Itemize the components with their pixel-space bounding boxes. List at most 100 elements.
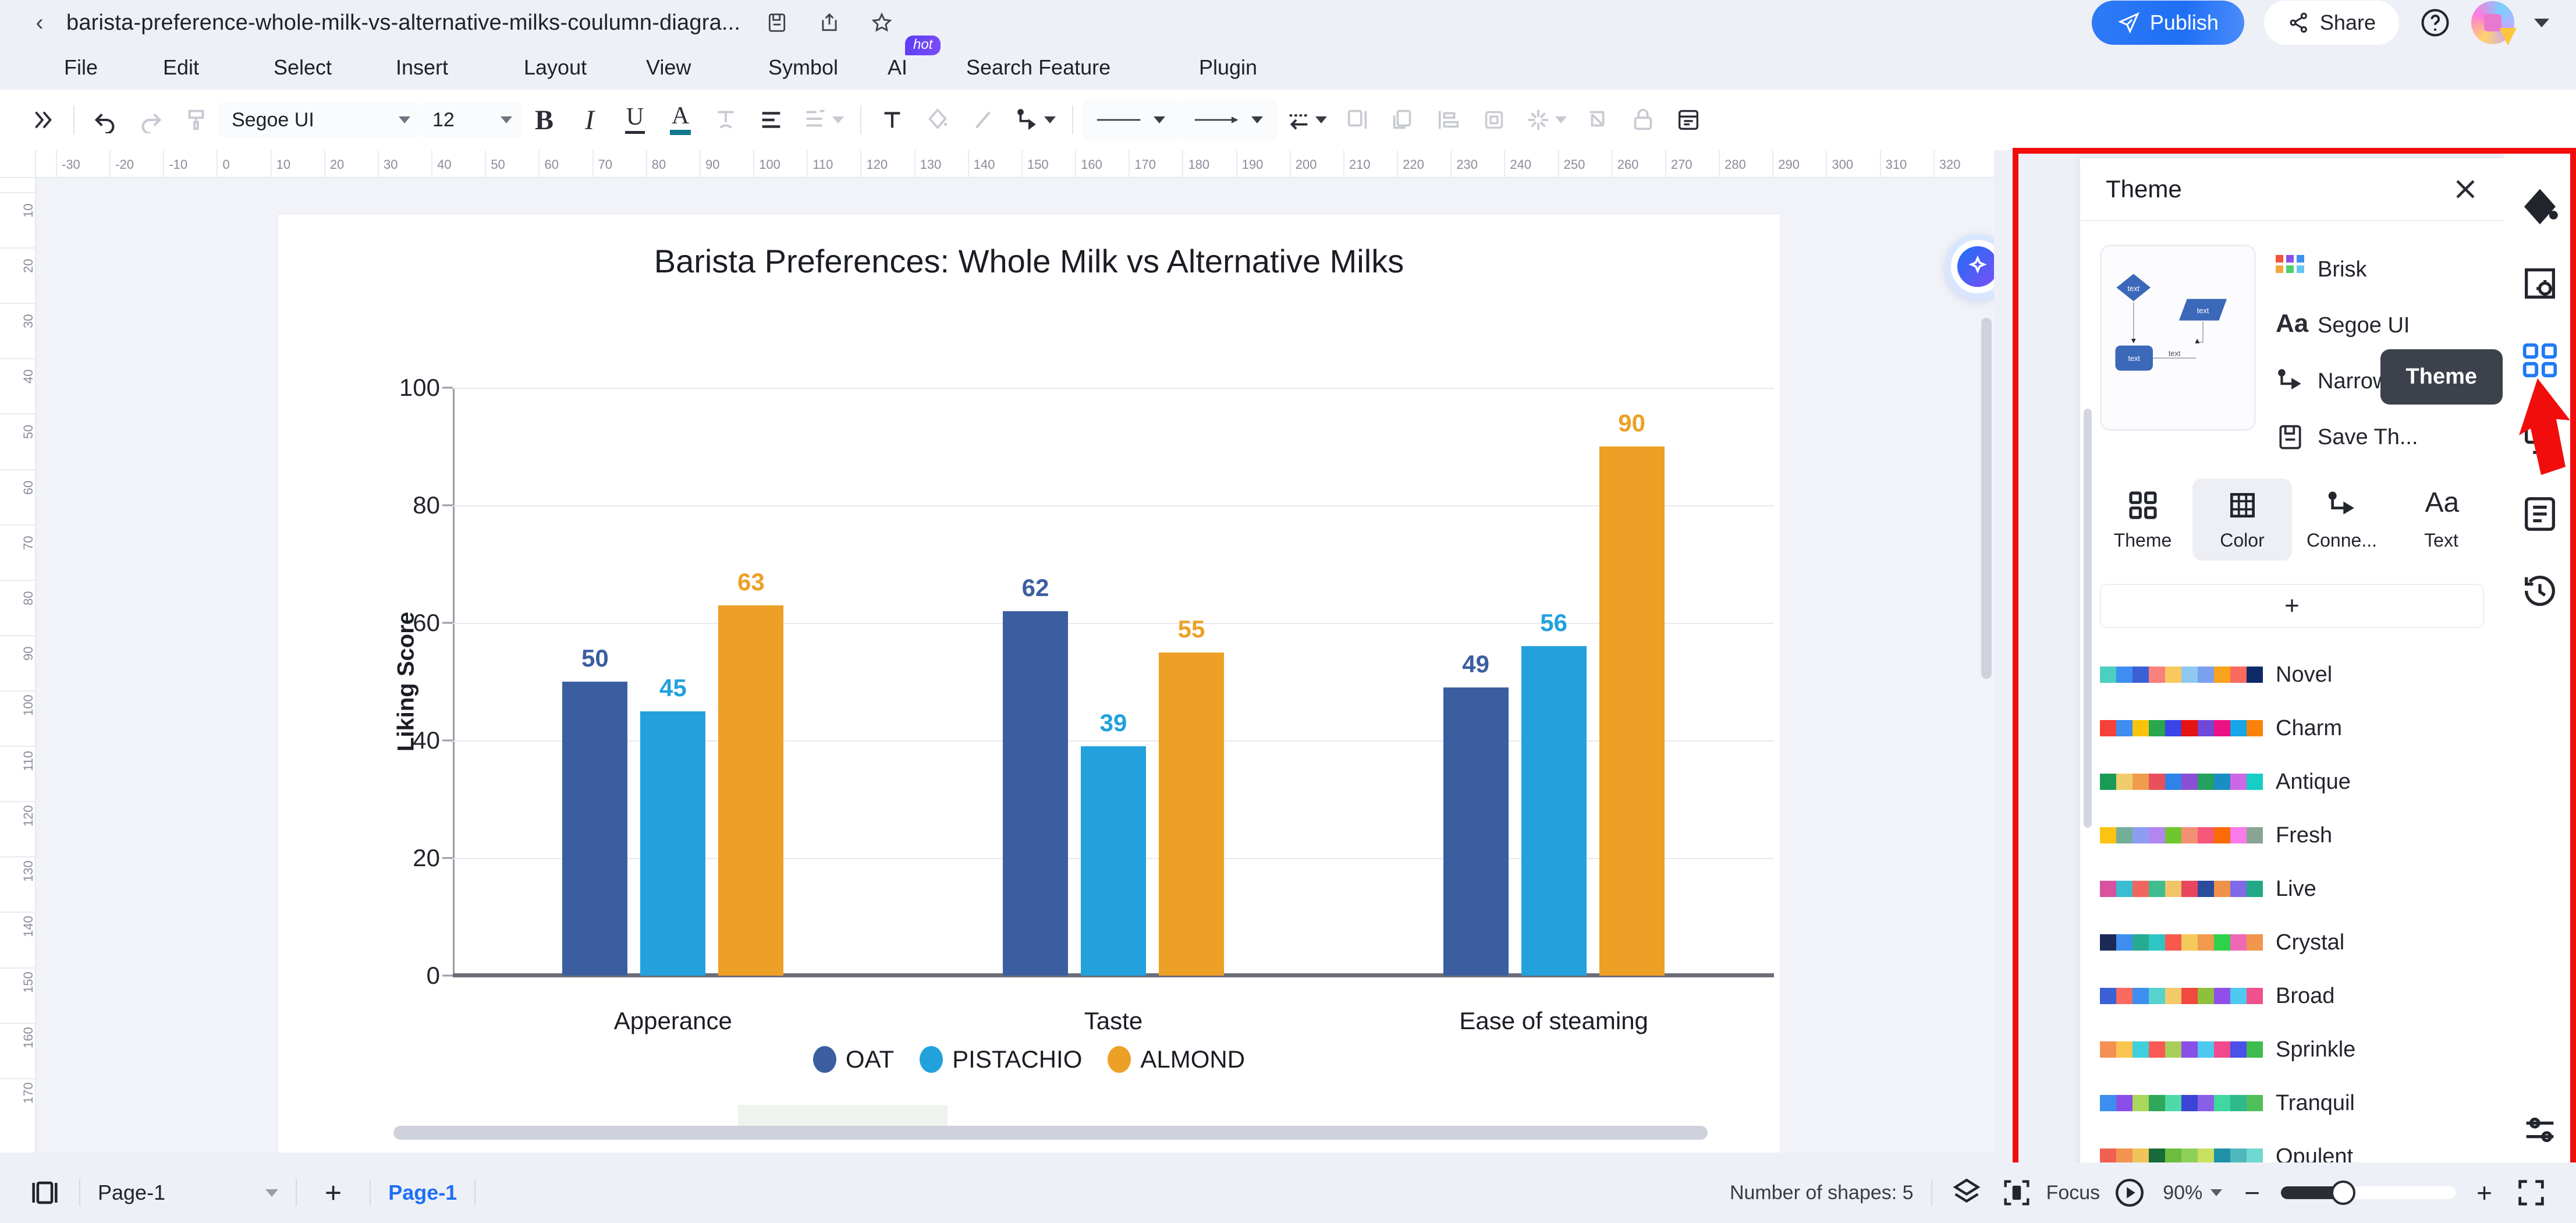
arrow-style-select[interactable] [1179, 99, 1277, 141]
palette-row[interactable]: Sprinkle [2100, 1023, 2484, 1076]
group-icon[interactable] [1335, 97, 1381, 143]
legend-item[interactable]: ALMOND [1108, 1045, 1245, 1073]
menu-item-symbol[interactable]: Symbol [768, 55, 838, 80]
avatar[interactable] [2471, 1, 2517, 45]
chart-bar[interactable]: 49 [1443, 650, 1509, 976]
ai-assistant-button[interactable] [1945, 234, 1994, 299]
legend-item[interactable]: PISTACHIO [920, 1045, 1082, 1073]
palette-row[interactable]: Live [2100, 862, 2484, 916]
back-icon[interactable]: ‹ [28, 11, 51, 34]
format-painter-icon[interactable] [173, 97, 219, 143]
canvas-page[interactable]: Barista Preferences: Whole Milk vs Alter… [278, 214, 1780, 1153]
chart-bar[interactable]: 56 [1521, 609, 1587, 976]
line-jump-icon[interactable] [1277, 97, 1335, 143]
canvas-area[interactable]: Barista Preferences: Whole Milk vs Alter… [36, 178, 1994, 1153]
menu-item-insert[interactable]: Insert [396, 55, 448, 80]
bold-button[interactable]: B [521, 97, 567, 143]
font-size-select[interactable]: 12 [420, 102, 521, 138]
column-chart[interactable]: Barista Preferences: Whole Milk vs Alter… [278, 214, 1780, 1153]
palette-row[interactable]: Crystal [2100, 916, 2484, 969]
present-icon[interactable] [2520, 417, 2560, 458]
account-chevron-down-icon[interactable] [2534, 18, 2549, 27]
palette-row[interactable]: Novel [2100, 648, 2484, 701]
font-family-select[interactable]: Segoe UI [219, 102, 420, 138]
underline-button[interactable]: U [612, 97, 658, 143]
menu-item-layout[interactable]: Layout [524, 55, 587, 80]
legend-item[interactable]: OAT [812, 1045, 894, 1073]
menu-item-plugin[interactable]: Plugin [1199, 55, 1257, 80]
theme-tab-conne[interactable]: Conne... [2292, 478, 2392, 561]
list-icon[interactable] [794, 97, 852, 143]
horizontal-ruler[interactable]: -30 -20 -10 0 10 20 30 40 50 60 70 80 90 100 110 120 130… [36, 150, 1994, 178]
palette-row[interactable]: Broad [2100, 969, 2484, 1023]
menu-item-file[interactable]: File [64, 55, 98, 80]
chart-bar[interactable]: 55 [1159, 615, 1224, 976]
vertical-ruler[interactable]: 10 20 30 40 50 60 70 80 90 100 110 120 130 140 150 160 1… [0, 178, 36, 1153]
page-view-icon[interactable] [28, 1176, 62, 1210]
palette-row[interactable]: Tranquil [2100, 1076, 2484, 1130]
undo-icon[interactable] [83, 97, 128, 143]
line-style-select[interactable] [1081, 99, 1179, 141]
settings-sliders-icon[interactable] [2520, 1109, 2560, 1150]
menu-item-search-feature[interactable]: Search Feature [966, 55, 1110, 80]
zoom-slider-knob[interactable] [2331, 1181, 2356, 1205]
export-icon[interactable] [814, 7, 845, 38]
theme-property-segoeui[interactable]: Aa Segoe UI [2276, 311, 2484, 340]
chart-bar[interactable]: 50 [562, 644, 628, 976]
share-button[interactable]: Share [2263, 1, 2399, 45]
chart-bar[interactable]: 90 [1599, 409, 1665, 976]
theme-preview-diagram[interactable]: text text text text [2100, 244, 2256, 431]
zoom-level[interactable]: 90% [2163, 1182, 2202, 1204]
focus-label[interactable]: Focus [2046, 1182, 2100, 1204]
close-icon[interactable] [2449, 173, 2482, 205]
page-settings-icon[interactable] [2520, 263, 2560, 304]
menu-item-select[interactable]: Select [274, 55, 332, 80]
crop-icon[interactable] [1575, 97, 1620, 143]
help-circle-icon[interactable] [2419, 6, 2451, 39]
text-box-icon[interactable] [870, 97, 915, 143]
play-circle-icon[interactable] [2113, 1176, 2146, 1210]
layers-icon[interactable] [1950, 1176, 1984, 1210]
canvas-horizontal-scrollbar[interactable] [393, 1126, 1708, 1140]
star-icon[interactable] [866, 7, 897, 38]
history-icon[interactable] [2520, 570, 2560, 611]
add-palette-button[interactable]: + [2100, 584, 2484, 628]
chart-bar[interactable]: 62 [1003, 574, 1068, 976]
zoom-slider[interactable] [2281, 1181, 2456, 1205]
align-left-icon[interactable] [748, 97, 794, 143]
lock-icon[interactable] [1620, 97, 1666, 143]
text-shape-icon[interactable] [703, 97, 748, 143]
font-color-button[interactable]: A [658, 97, 703, 143]
theme-property-saveth[interactable]: Save Th... [2276, 423, 2484, 452]
theme-tab-theme[interactable]: Theme [2093, 478, 2192, 561]
page-select[interactable]: Page-1 [98, 1181, 278, 1205]
page-tab-page-1[interactable]: Page-1 [388, 1181, 457, 1205]
theme-grid-icon[interactable] [2520, 340, 2560, 381]
theme-tab-text[interactable]: Aa Text [2392, 478, 2491, 561]
zoom-out-button[interactable]: − [2236, 1179, 2268, 1206]
add-page-button[interactable]: + [314, 1176, 352, 1210]
duplicate-icon[interactable] [1381, 97, 1426, 143]
connector-icon[interactable] [1006, 97, 1064, 143]
zoom-chevron-down-icon[interactable] [2210, 1189, 2223, 1196]
palette-row[interactable]: Charm [2100, 701, 2484, 755]
save-icon[interactable] [761, 7, 793, 38]
reset-icon[interactable] [1666, 97, 1711, 143]
zoom-in-button[interactable]: + [2468, 1179, 2500, 1206]
distribute-icon[interactable] [1471, 97, 1517, 143]
notes-icon[interactable] [2520, 494, 2560, 534]
fill-bucket-icon[interactable] [2520, 186, 2560, 227]
panel-scrollbar[interactable] [2084, 409, 2092, 828]
fullscreen-icon[interactable] [2514, 1176, 2548, 1210]
theme-tab-color[interactable]: Color [2192, 478, 2292, 561]
menu-item-ai[interactable]: AI hot [888, 36, 941, 80]
theme-property-brisk[interactable]: Brisk [2276, 255, 2484, 284]
palette-row[interactable]: Antique [2100, 755, 2484, 809]
chart-bar[interactable]: 39 [1081, 709, 1146, 976]
focus-icon[interactable] [2000, 1176, 2034, 1210]
chevron-double-right-icon[interactable] [20, 97, 65, 143]
italic-button[interactable]: I [567, 97, 612, 143]
publish-button[interactable]: Publish [2091, 1, 2244, 45]
effects-icon[interactable] [1517, 97, 1575, 143]
align-objects-icon[interactable] [1426, 97, 1471, 143]
